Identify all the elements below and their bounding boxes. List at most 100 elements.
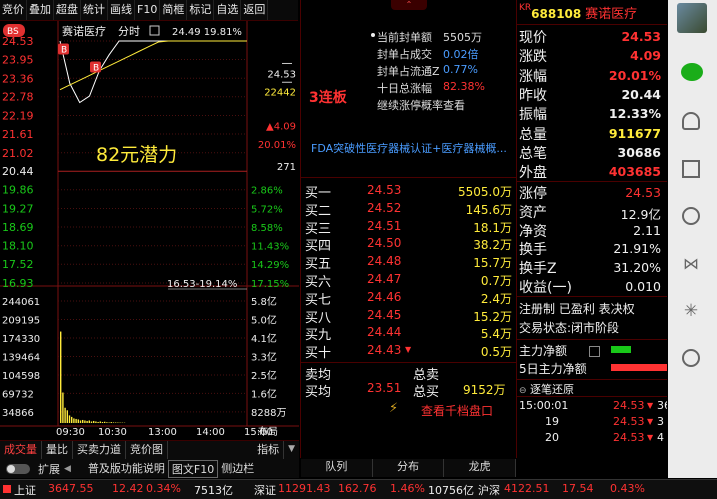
seal-dot-icon — [371, 33, 375, 37]
toolbar-item-9[interactable]: 返回 — [241, 0, 268, 20]
toolbar-item-0[interactable]: 竞价 — [0, 0, 27, 20]
toolbar-item-5[interactable]: F10 — [135, 0, 160, 20]
chart-period[interactable]: 分时 — [118, 25, 140, 38]
main-flow-menu-icon[interactable] — [589, 346, 600, 357]
amount-tick-label: 4.1亿 — [251, 332, 277, 345]
indicator-tabs: 成交量量比买卖力道竞价图 指标▼ — [0, 440, 299, 459]
toolbar-item-1[interactable]: 叠加 — [27, 0, 54, 20]
volume-tick-label: 244061 — [2, 297, 40, 308]
tick-time: 19 — [545, 415, 559, 428]
collapse-button[interactable]: ⌃ — [391, 0, 427, 10]
main-flow-label: 主力净额 — [519, 342, 567, 359]
bid-volume: 15.7万 — [473, 254, 512, 271]
indicator-tab-3[interactable]: 竞价图 — [126, 441, 168, 459]
link-icon[interactable] — [682, 349, 700, 367]
price-tick-label: 20.44 — [2, 165, 34, 178]
price-tick-label: 17.52 — [2, 258, 34, 271]
depth-link[interactable]: 查看千档盘口 — [421, 402, 493, 419]
footer-link-1[interactable]: 图文F10 — [168, 460, 218, 478]
bid-level-name: 买四 — [305, 235, 331, 254]
bid-price[interactable]: 24.50 — [367, 236, 401, 250]
box-icon[interactable] — [682, 160, 700, 178]
index-change: 17.54 — [562, 482, 594, 495]
restore-link[interactable]: 逐笔还原 — [530, 383, 574, 396]
butterfly-icon[interactable]: ⋈ — [681, 254, 701, 274]
toolbar-item-6[interactable]: 简框 — [160, 0, 187, 20]
contacts-icon[interactable] — [682, 112, 700, 130]
indicator-tab-4[interactable]: 指标 — [253, 441, 284, 459]
seal-label-0: 当前封单额 — [377, 29, 432, 45]
camera-icon[interactable] — [682, 207, 700, 225]
toggle-switch[interactable] — [6, 464, 30, 474]
price-tick-label: 22.19 — [2, 110, 34, 123]
toolbar-item-2[interactable]: 超盘 — [54, 0, 81, 20]
mid-tab-2[interactable]: 龙虎 — [444, 459, 516, 477]
expand-button[interactable]: 扩展 — [34, 461, 64, 477]
bid-price[interactable]: 24.44 — [367, 325, 401, 339]
order-book-panel: ⌃ 3连板 当前封单额5505万封单占成交0.02倍封单占流通Z0.77%十日总… — [300, 0, 517, 458]
buy-marker-text[interactable]: B — [93, 63, 99, 73]
avatar[interactable] — [677, 3, 707, 33]
concept-text[interactable]: FDA突破性医疗器械认证+医疗器械概... — [311, 140, 511, 156]
buy-marker-text[interactable]: B — [61, 46, 67, 56]
amount-tick-label: 8288万 — [251, 408, 286, 419]
tick-time: 15:00:01 — [519, 399, 568, 412]
bid-price[interactable]: 24.52 — [367, 201, 401, 215]
index-value: 11291.43 — [278, 482, 331, 495]
amount-tick-label: 2.5亿 — [251, 369, 277, 382]
volume-bar — [104, 422, 105, 423]
spark-icon[interactable]: ✳ — [681, 301, 701, 321]
toolbar-item-8[interactable]: 自选 — [214, 0, 241, 20]
mid-tab-0[interactable]: 队列 — [301, 459, 373, 477]
seal-value-4[interactable]: 查看 — [443, 97, 465, 113]
amount-tick-label: 3.3亿 — [251, 350, 277, 363]
quote-label: 涨跌 — [519, 46, 547, 66]
amount-tick-label: 5.8亿 — [251, 295, 277, 308]
quote-value: 30686 — [618, 145, 662, 160]
quote2-label: 净资 — [519, 221, 547, 241]
intraday-chart-svg[interactable]: 赛诺医疗分时24.49 19.81%BS24.5323.9523.3622.78… — [0, 21, 299, 439]
chevron-down-icon[interactable]: ▼ — [284, 441, 299, 459]
expand-down-icon[interactable]: ▼ — [405, 345, 411, 354]
bid-level-name: 买九 — [305, 324, 331, 343]
tick-arrow-icon: ▼ — [647, 401, 653, 410]
footer-link-0[interactable]: 普及版功能说明 — [85, 460, 168, 478]
indicator-tab-2[interactable]: 买卖力道 — [73, 441, 126, 459]
quote-label: 涨幅 — [519, 66, 547, 86]
index-name[interactable]: 上证 — [14, 482, 36, 498]
chart-info-price: 24.53 — [267, 69, 296, 80]
quote2-value: 2.11 — [633, 223, 661, 238]
buy-avg-label: 买均 — [305, 381, 331, 400]
chart-info-volume: 22442 — [264, 87, 296, 98]
intraday-chart[interactable]: 赛诺医疗分时24.49 19.81%BS24.5323.9523.3622.78… — [0, 21, 299, 439]
bid-price[interactable]: 24.51 — [367, 219, 401, 233]
index-name[interactable]: 沪深 — [478, 482, 500, 498]
seal-value-1: 0.02倍 — [443, 46, 479, 62]
volume-bar — [89, 420, 90, 423]
quote-label: 现价 — [519, 27, 547, 47]
volume-bar — [60, 332, 61, 423]
indicator-tab-1[interactable]: 量比 — [42, 441, 73, 459]
bid-price[interactable]: 24.47 — [367, 272, 401, 286]
quote2-label: 收益(一) — [519, 277, 572, 297]
bid-price[interactable]: 24.53 — [367, 183, 401, 197]
layout-label[interactable]: 布局 — [258, 426, 278, 438]
bid-price[interactable]: 24.48 — [367, 254, 401, 268]
chat-icon[interactable] — [681, 63, 703, 81]
price-tick-label: 16.93 — [2, 277, 34, 290]
toolbar-item-7[interactable]: 标记 — [187, 0, 214, 20]
bid-level-name: 买五 — [305, 253, 331, 272]
bid-price[interactable]: 24.43 — [367, 343, 401, 357]
bid-price[interactable]: 24.46 — [367, 290, 401, 304]
index-name[interactable]: 深证 — [254, 482, 276, 498]
tick-arrow-icon: ▼ — [647, 433, 653, 442]
footer-link-2[interactable]: 侧边栏 — [218, 460, 257, 478]
index-change: 162.76 — [338, 482, 377, 495]
bid-price[interactable]: 24.45 — [367, 308, 401, 322]
volume-tick-label: 209195 — [2, 315, 40, 326]
price-tick-label: 18.10 — [2, 240, 34, 253]
mid-tab-1[interactable]: 分布 — [373, 459, 445, 477]
toolbar-item-4[interactable]: 画线 — [108, 0, 135, 20]
toolbar-item-3[interactable]: 统计 — [81, 0, 108, 20]
indicator-tab-0[interactable]: 成交量 — [0, 441, 42, 459]
